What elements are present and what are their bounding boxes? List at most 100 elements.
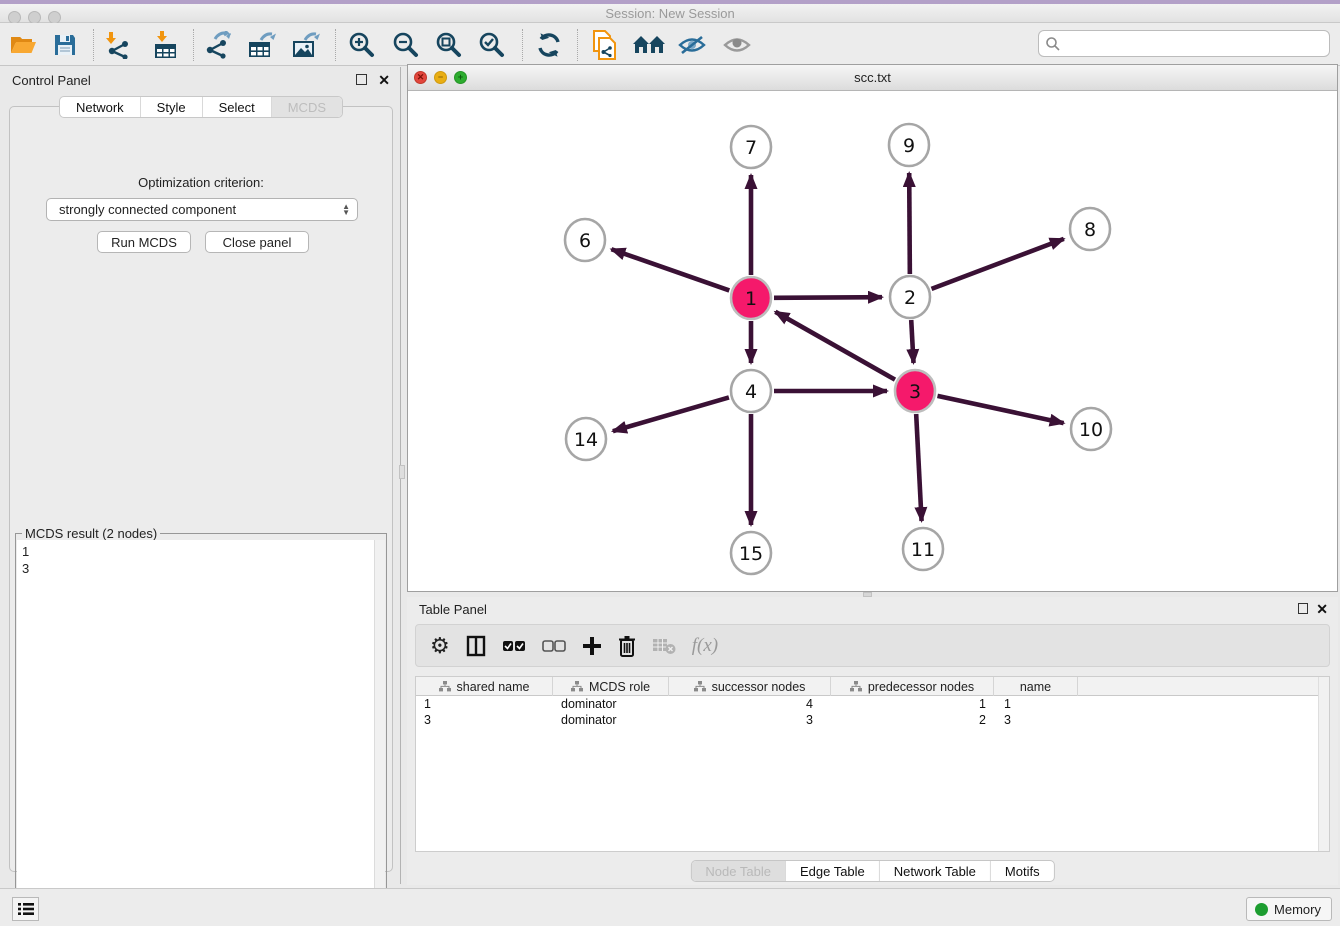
tab-edge-table[interactable]: Edge Table bbox=[786, 861, 880, 881]
edge-1-6[interactable] bbox=[611, 249, 729, 290]
add-column-icon[interactable] bbox=[582, 632, 602, 660]
edge-4-14[interactable] bbox=[613, 397, 729, 431]
refresh-icon[interactable] bbox=[530, 26, 568, 64]
table-cell[interactable]: 1 bbox=[416, 697, 553, 711]
table-scrollbar[interactable] bbox=[1318, 677, 1329, 851]
network-view-window: ✕ − + scc.txt 7 9 6 8 1 2 4 3 14 10 15 11 bbox=[407, 64, 1338, 592]
float-table-panel-icon[interactable] bbox=[1298, 603, 1308, 614]
tab-network[interactable]: Network bbox=[60, 97, 141, 117]
table-cell[interactable]: 2 bbox=[831, 713, 994, 727]
graph-node-11[interactable]: 11 bbox=[903, 528, 943, 570]
network-graph[interactable]: 7 9 6 8 1 2 4 3 14 10 15 11 bbox=[408, 91, 1337, 591]
main-toolbar bbox=[0, 23, 1340, 66]
graph-node-9[interactable]: 9 bbox=[889, 124, 929, 166]
search-field[interactable] bbox=[1038, 30, 1330, 57]
table-row[interactable]: 3dominator323 bbox=[416, 712, 1329, 728]
tab-mcds[interactable]: MCDS bbox=[272, 97, 342, 117]
run-mcds-button[interactable]: Run MCDS bbox=[97, 231, 191, 253]
memory-button[interactable]: Memory bbox=[1246, 897, 1332, 921]
close-panel-icon[interactable]: ✕ bbox=[378, 72, 390, 89]
table-cell[interactable]: dominator bbox=[553, 713, 669, 727]
graph-node-4[interactable]: 4 bbox=[731, 370, 771, 412]
graph-node-2[interactable]: 2 bbox=[890, 276, 930, 318]
edge-3-1[interactable] bbox=[775, 312, 895, 380]
graph-node-1[interactable]: 1 bbox=[731, 277, 771, 319]
network-canvas[interactable]: 7 9 6 8 1 2 4 3 14 10 15 11 bbox=[408, 91, 1337, 591]
close-panel-button[interactable]: Close panel bbox=[205, 231, 309, 253]
graph-node-14[interactable]: 14 bbox=[566, 418, 606, 460]
tab-motifs[interactable]: Motifs bbox=[991, 861, 1054, 881]
export-network-icon[interactable] bbox=[199, 26, 237, 64]
show-all-icon[interactable] bbox=[718, 26, 756, 64]
edge-1-2[interactable] bbox=[774, 297, 882, 298]
zoom-selected-icon[interactable] bbox=[473, 26, 511, 64]
task-history-button[interactable] bbox=[12, 897, 39, 921]
gear-icon[interactable]: ⚙ bbox=[430, 632, 450, 660]
tab-node-table[interactable]: Node Table bbox=[691, 861, 786, 881]
graph-node-3[interactable]: 3 bbox=[895, 370, 935, 412]
network-close-icon[interactable]: ✕ bbox=[414, 71, 427, 84]
node-label: 2 bbox=[904, 287, 916, 309]
mcds-result-area[interactable]: 1 3 bbox=[17, 540, 385, 912]
column-header-name[interactable]: name bbox=[994, 677, 1078, 696]
zoom-fit-icon[interactable] bbox=[430, 26, 468, 64]
unselect-all-icon[interactable] bbox=[542, 632, 566, 660]
table-cell[interactable]: dominator bbox=[553, 697, 669, 711]
table-cell[interactable]: 4 bbox=[669, 697, 831, 711]
graph-node-10[interactable]: 10 bbox=[1071, 408, 1111, 450]
edge-2-3[interactable] bbox=[911, 320, 913, 363]
tab-network-table[interactable]: Network Table bbox=[880, 861, 991, 881]
delete-column-icon[interactable] bbox=[618, 632, 636, 660]
table-toolbar: ⚙ bbox=[415, 624, 1330, 667]
node-label: 14 bbox=[574, 429, 598, 451]
first-neighbors-icon[interactable] bbox=[630, 26, 668, 64]
edge-3-10[interactable] bbox=[937, 396, 1063, 423]
result-scrollbar[interactable] bbox=[374, 540, 385, 912]
table-cell[interactable]: 1 bbox=[831, 697, 994, 711]
edge-2-9[interactable] bbox=[909, 173, 910, 274]
search-input[interactable] bbox=[1061, 33, 1329, 55]
graph-node-6[interactable]: 6 bbox=[565, 219, 605, 261]
node-table[interactable]: shared nameMCDS rolesuccessor nodesprede… bbox=[415, 676, 1330, 852]
zoom-out-icon[interactable] bbox=[387, 26, 425, 64]
export-table-icon[interactable] bbox=[243, 26, 281, 64]
toolbar-separator bbox=[335, 29, 336, 61]
column-header-shared-name[interactable]: shared name bbox=[416, 677, 553, 696]
export-image-icon[interactable] bbox=[287, 26, 325, 64]
float-panel-icon[interactable] bbox=[356, 74, 367, 85]
toolbar-separator bbox=[577, 29, 578, 61]
column-header-MCDS-role[interactable]: MCDS role bbox=[553, 677, 669, 696]
import-table-icon[interactable] bbox=[147, 26, 185, 64]
clone-network-icon[interactable] bbox=[585, 26, 623, 64]
column-icon[interactable] bbox=[466, 632, 486, 660]
save-session-icon[interactable] bbox=[46, 26, 84, 64]
graph-node-8[interactable]: 8 bbox=[1070, 208, 1110, 250]
toolbar-separator bbox=[93, 29, 94, 61]
optimization-criterion-select[interactable]: strongly connected component ▲▼ bbox=[46, 198, 358, 221]
table-cell[interactable]: 3 bbox=[669, 713, 831, 727]
column-header-predecessor-nodes[interactable]: predecessor nodes bbox=[831, 677, 994, 696]
attribute-icon bbox=[694, 681, 706, 692]
table-row[interactable]: 1dominator411 bbox=[416, 696, 1329, 712]
table-cell[interactable]: 3 bbox=[416, 713, 553, 727]
zoom-in-icon[interactable] bbox=[343, 26, 381, 64]
graph-node-15[interactable]: 15 bbox=[731, 532, 771, 574]
graph-node-7[interactable]: 7 bbox=[731, 126, 771, 168]
vertical-splitter-grip[interactable] bbox=[399, 465, 405, 479]
network-zoom-icon[interactable]: + bbox=[454, 71, 467, 84]
table-cell[interactable]: 3 bbox=[994, 713, 1078, 727]
edge-2-8[interactable] bbox=[932, 239, 1064, 289]
close-table-panel-icon[interactable]: ✕ bbox=[1316, 601, 1328, 618]
column-header-successor-nodes[interactable]: successor nodes bbox=[669, 677, 831, 696]
network-minimize-icon[interactable]: − bbox=[434, 71, 447, 84]
select-all-icon[interactable] bbox=[502, 632, 526, 660]
open-folder-icon[interactable] bbox=[4, 26, 42, 64]
edge-3-11[interactable] bbox=[916, 414, 921, 521]
tab-style[interactable]: Style bbox=[141, 97, 203, 117]
tab-select[interactable]: Select bbox=[203, 97, 272, 117]
network-window-titlebar[interactable]: ✕ − + scc.txt bbox=[408, 65, 1337, 91]
import-network-icon[interactable] bbox=[99, 26, 137, 64]
table-cell[interactable]: 1 bbox=[994, 697, 1078, 711]
hide-selected-icon[interactable] bbox=[673, 26, 711, 64]
control-panel-header: Control Panel bbox=[2, 67, 400, 93]
